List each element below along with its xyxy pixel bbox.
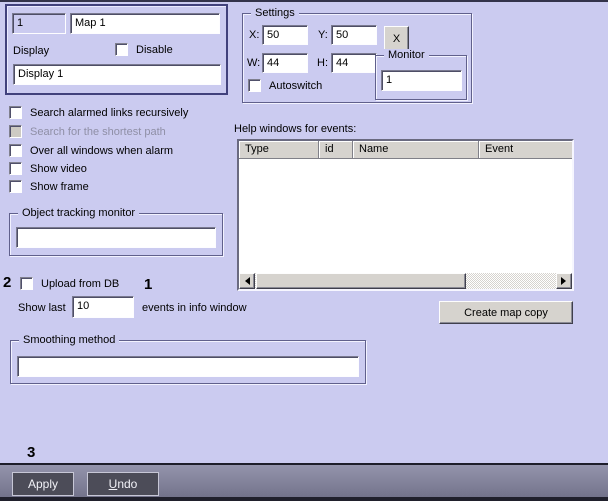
object-tracking-combobox[interactable] <box>16 227 216 248</box>
smoothing-combobox[interactable] <box>17 356 359 377</box>
option-label: Search for the shortest path <box>30 125 166 138</box>
smoothing-group: Smoothing method <box>10 334 366 384</box>
column-header-name[interactable]: Name <box>353 141 479 159</box>
autoswitch-checkbox-box[interactable] <box>248 79 261 92</box>
map-settings-dialog: 1 Map 1 Display Disable Display 1 Settin… <box>0 0 608 501</box>
window-top-edge <box>0 0 608 2</box>
autoswitch-checkbox[interactable]: Autoswitch <box>248 79 322 92</box>
option-show-frame[interactable]: Show frame <box>9 180 89 193</box>
option-show-video[interactable]: Show video <box>9 162 87 175</box>
show-last-input[interactable]: 10 <box>72 296 134 318</box>
map-id-field[interactable]: 1 <box>12 13 66 34</box>
column-header-id[interactable]: id <box>319 141 353 159</box>
display-label: Display <box>13 45 50 57</box>
option-label: Search alarmed links recursively <box>30 106 189 119</box>
option-search-shortest-path: Search for the shortest path <box>9 125 166 138</box>
help-events-table[interactable]: Type id Name Event <box>237 139 574 291</box>
scroll-right-button[interactable] <box>556 273 572 289</box>
upload-from-db-checkbox-box[interactable] <box>20 277 33 290</box>
y-field[interactable]: 50 <box>331 25 377 45</box>
disable-checkbox-box[interactable] <box>115 43 128 56</box>
show-last-label: Show last <box>18 302 66 314</box>
settings-caption: Settings <box>251 7 299 20</box>
option-checkbox-box <box>9 125 22 138</box>
h-field[interactable]: 44 <box>331 53 377 73</box>
w-label: W: <box>247 57 261 69</box>
autoswitch-checkbox-label: Autoswitch <box>269 79 323 92</box>
object-tracking-caption: Object tracking monitor <box>18 207 140 220</box>
option-search-alarmed-links[interactable]: Search alarmed links recursively <box>9 106 188 119</box>
object-tracking-group: Object tracking monitor <box>9 207 223 256</box>
horizontal-scrollbar[interactable] <box>239 273 572 289</box>
x-field[interactable]: 50 <box>262 25 308 45</box>
annotation-number-1: 1 <box>144 276 153 293</box>
window-bottom-edge <box>0 497 608 501</box>
y-label: Y: <box>318 29 328 41</box>
upload-from-db-checkbox[interactable]: Upload from DB <box>20 277 119 290</box>
settings-group: Settings X: 50 Y: 50 W: 44 H: 44 X Monit… <box>242 7 472 103</box>
undo-button-initial: U <box>108 477 118 491</box>
option-checkbox-box[interactable] <box>9 144 22 157</box>
column-header-event[interactable]: Event <box>479 141 572 159</box>
option-checkbox-box[interactable] <box>9 106 22 119</box>
h-label: H: <box>317 57 328 69</box>
undo-button[interactable]: Undo <box>87 472 159 496</box>
option-checkbox-box[interactable] <box>9 162 22 175</box>
annotation-number-2: 2 <box>3 274 12 291</box>
scroll-left-button[interactable] <box>239 273 255 289</box>
monitor-group: Monitor 1 <box>375 49 467 100</box>
scroll-right-icon <box>561 277 570 285</box>
x-label: X: <box>249 29 260 41</box>
undo-button-label-rest: ndo <box>117 477 138 491</box>
apply-button[interactable]: Apply <box>12 472 74 496</box>
close-x-button[interactable]: X <box>384 26 409 51</box>
option-checkbox-box[interactable] <box>9 180 22 193</box>
monitor-caption: Monitor <box>384 49 429 62</box>
map-name-field[interactable]: Map 1 <box>70 13 220 34</box>
option-label: Over all windows when alarm <box>30 144 174 157</box>
disable-checkbox-label: Disable <box>136 43 173 56</box>
disable-checkbox[interactable]: Disable <box>115 43 173 56</box>
monitor-combobox[interactable]: 1 <box>381 70 462 91</box>
show-last-suffix-label: events in info window <box>142 302 247 314</box>
w-field[interactable]: 44 <box>262 53 308 73</box>
help-table-label: Help windows for events: <box>234 123 357 135</box>
display-combobox[interactable]: Display 1 <box>13 64 221 85</box>
apply-button-label: Apply <box>27 477 59 491</box>
option-label: Show frame <box>30 180 89 193</box>
option-over-all-windows[interactable]: Over all windows when alarm <box>9 144 173 157</box>
scroll-left-icon <box>241 277 250 285</box>
create-map-copy-button[interactable]: Create map copy <box>439 301 573 324</box>
map-identity-group: 1 Map 1 Display Disable Display 1 <box>5 4 228 95</box>
smoothing-caption: Smoothing method <box>19 334 120 347</box>
bottom-button-bar: Apply Undo <box>0 463 608 497</box>
column-header-type[interactable]: Type <box>239 141 319 159</box>
annotation-number-3: 3 <box>27 444 36 461</box>
upload-from-db-label: Upload from DB <box>41 277 120 290</box>
option-label: Show video <box>30 162 87 175</box>
scrollbar-thumb[interactable] <box>256 273 466 289</box>
